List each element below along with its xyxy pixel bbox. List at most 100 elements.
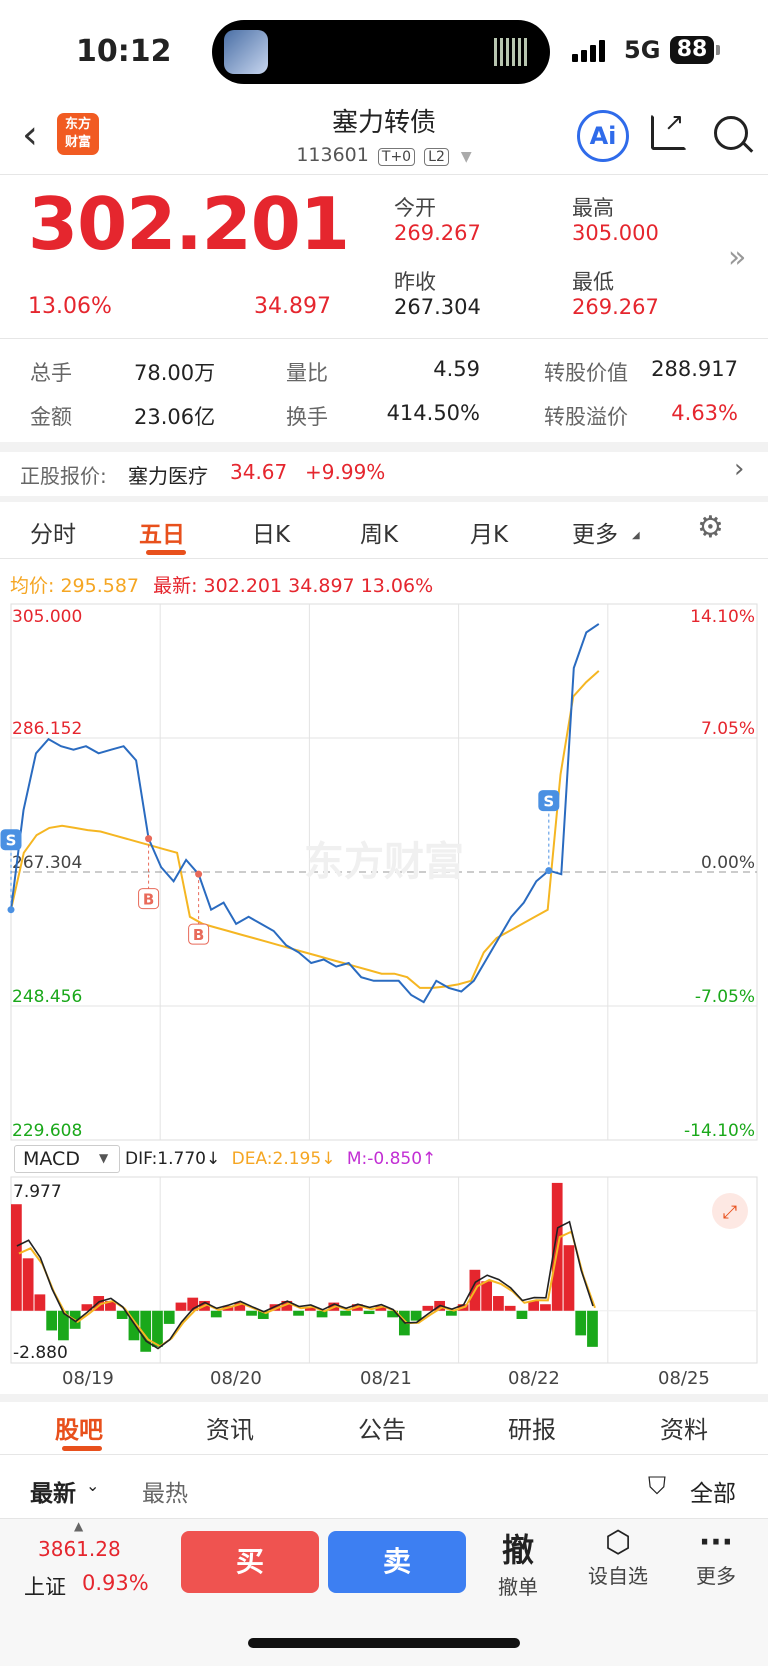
- tab-monthly-k[interactable]: 月K: [470, 515, 508, 549]
- conv-premium-label: 转股溢价: [544, 405, 628, 429]
- more-button[interactable]: ··· 更多: [684, 1525, 748, 1589]
- battery-icon: 88: [670, 36, 714, 64]
- tab-five-day[interactable]: 五日: [139, 515, 185, 549]
- watchlist-label: 设自选: [588, 1564, 648, 1588]
- expand-arrows-icon: ⤢: [723, 1202, 738, 1223]
- cancel-icon: 撤: [501, 1531, 534, 1569]
- macd-histogram-bar: [504, 1305, 516, 1311]
- sort-latest[interactable]: 最新: [30, 1474, 76, 1508]
- high-label: 最高: [572, 196, 614, 220]
- tab-research[interactable]: 研报: [508, 1410, 556, 1445]
- date-tick: 08/22: [508, 1368, 560, 1389]
- signal-icon: [572, 40, 608, 62]
- macd-histogram-bar: [316, 1310, 328, 1318]
- y-tick-right: -14.10%: [684, 1121, 755, 1141]
- date-tick: 08/25: [658, 1368, 710, 1389]
- avg-price-line: [10, 670, 600, 989]
- l2-tag: L2: [424, 148, 449, 166]
- index-value[interactable]: 3861.28: [38, 1537, 121, 1561]
- active-tab-indicator: [146, 550, 186, 555]
- open-label: 今开: [394, 196, 436, 220]
- cancel-order-button[interactable]: 撤 撤单: [486, 1525, 550, 1600]
- indicator-select[interactable]: MACD ▼: [14, 1145, 120, 1173]
- chevron-right-icon: ›: [734, 454, 745, 484]
- divider: [0, 174, 768, 175]
- trade-marker-dot: [7, 906, 15, 914]
- home-indicator: [248, 1638, 520, 1648]
- date-tick: 08/19: [62, 1368, 114, 1389]
- tab-announcements[interactable]: 公告: [358, 1410, 406, 1445]
- macd-histogram-bar: [11, 1204, 22, 1311]
- expand-chevron-icon[interactable]: »: [728, 240, 746, 275]
- low-value: 269.267: [572, 295, 659, 319]
- latest-value: 302.201: [203, 575, 283, 597]
- add-watchlist-button[interactable]: ⬡ 设自选: [578, 1525, 658, 1589]
- five-day-chart[interactable]: 东方财富 305.000 14.10%286.152 7.05%267.304 0.0…: [0, 600, 768, 1144]
- filter-all[interactable]: 全部: [690, 1474, 736, 1508]
- dea-line: [18, 1230, 596, 1348]
- audio-wave-icon: [494, 38, 528, 66]
- macd-histogram-bar: [22, 1258, 34, 1311]
- conv-value: 288.917: [651, 357, 738, 381]
- sort-bar: 最新 ⌄ 最热 ⛉ 全部: [0, 1466, 768, 1516]
- search-icon[interactable]: [714, 116, 748, 150]
- conv-value-label: 转股价值: [544, 361, 628, 385]
- tab-intraday[interactable]: 分时: [30, 515, 76, 549]
- chart-tabs: 分时 五日 日K 周K 月K 更多 ◢ ⚙: [0, 502, 768, 558]
- buy-button[interactable]: 买: [181, 1531, 319, 1593]
- tab-weekly-k[interactable]: 周K: [360, 515, 398, 549]
- date-axis: 08/19 08/20 08/21 08/22 08/25: [0, 1368, 768, 1394]
- macd-chart[interactable]: 7.977 -2.880 ⤢: [0, 1176, 768, 1366]
- index-percent: 0.93%: [82, 1571, 149, 1595]
- ai-assistant-button[interactable]: Ai: [577, 110, 629, 162]
- underlying-stock-row[interactable]: 正股报价: 塞力医疗 34.67 +9.99% ›: [0, 452, 768, 496]
- tab-daily-k[interactable]: 日K: [252, 515, 290, 549]
- volume-value: 78.00万: [134, 361, 216, 385]
- macd-histogram-bar: [152, 1310, 163, 1347]
- sort-hottest[interactable]: 最热: [142, 1474, 188, 1508]
- trade-marker-dot: [195, 870, 203, 878]
- dif-line: [16, 1220, 594, 1350]
- section-gap: [0, 1394, 768, 1402]
- dea-value: DEA:2.195: [231, 1149, 322, 1169]
- tab-forum[interactable]: 股吧: [55, 1410, 103, 1445]
- underlying-name: 塞力医疗: [128, 464, 208, 488]
- tab-news[interactable]: 资讯: [206, 1410, 254, 1445]
- battery-tip: [716, 45, 720, 55]
- divider: [0, 338, 768, 339]
- y-tick-left: 248.456: [12, 987, 82, 1007]
- macd-frame: [10, 1176, 758, 1364]
- turnover-label: 换手: [286, 405, 328, 429]
- prev-close-value: 267.304: [394, 295, 481, 319]
- more-dots-icon: ···: [698, 1525, 734, 1560]
- avg-value: 295.587: [60, 575, 140, 597]
- turnover-value: 414.50%: [386, 401, 480, 425]
- latest-change: 34.897: [288, 575, 355, 597]
- open-value: 269.267: [394, 221, 481, 245]
- avg-label: 均价:: [10, 575, 55, 597]
- vol-ratio-label: 量比: [286, 361, 328, 385]
- macd-histogram-bar: [163, 1310, 175, 1324]
- trade-marker-label: B: [193, 926, 204, 944]
- macd-bottom-value: -2.880: [13, 1343, 68, 1363]
- change-percent: 13.06%: [28, 294, 112, 319]
- sell-button[interactable]: 卖: [328, 1531, 466, 1593]
- index-up-triangle-icon: ▲: [74, 1519, 84, 1533]
- macd-legend: DIF:1.770↓ DEA:2.195↓ M:-0.850↑: [125, 1149, 436, 1169]
- underlying-price: 34.67: [230, 460, 288, 484]
- share-arrow: ↗: [664, 108, 685, 136]
- macd-top-value: 7.977: [13, 1182, 62, 1202]
- y-tick-right: 14.10%: [690, 607, 755, 627]
- chart-legend: 均价: 295.587 最新: 302.201 34.897 13.06%: [10, 571, 433, 598]
- tab-profile[interactable]: 资料: [660, 1410, 708, 1445]
- conv-premium-value: 4.63%: [671, 401, 738, 425]
- settings-gear-icon[interactable]: ⚙: [697, 510, 724, 545]
- y-tick-left: 229.608: [12, 1121, 82, 1141]
- tab-more[interactable]: 更多: [572, 515, 618, 549]
- macd-histogram-bar: [340, 1310, 351, 1316]
- macd-histogram-bar: [175, 1302, 187, 1311]
- y-tick-right: 7.05%: [701, 719, 755, 739]
- filter-icon[interactable]: ⛉: [648, 1472, 666, 1500]
- last-price: 302.201: [28, 182, 350, 266]
- underlying-label: 正股报价:: [20, 464, 107, 488]
